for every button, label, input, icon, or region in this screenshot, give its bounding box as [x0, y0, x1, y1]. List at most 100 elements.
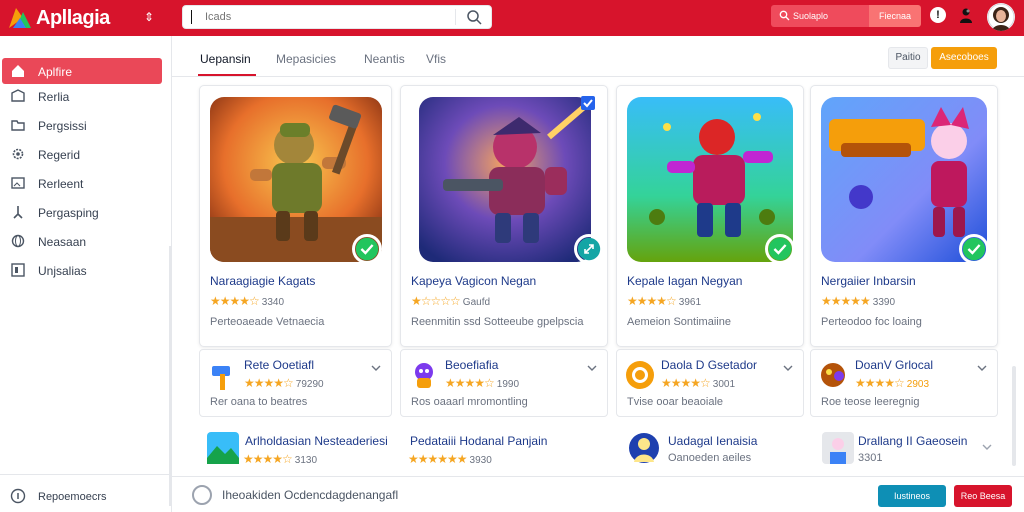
- game-title[interactable]: Naraagiagie Kagats: [210, 274, 315, 288]
- main-scrollbar[interactable]: [1012, 366, 1016, 466]
- sidebar-item-pergsissi[interactable]: Pergsissi: [2, 112, 162, 138]
- list-item-rating: ★★★★☆ 2903: [855, 376, 929, 390]
- list-item[interactable]: Daola D Gsetador ★★★★☆ 3001 Tvise ooar be…: [616, 349, 804, 417]
- check-badge-icon: [765, 234, 795, 264]
- info-icon[interactable]: !: [930, 7, 946, 23]
- robot-icon: [415, 363, 433, 388]
- star-rating: ★★★★☆: [661, 376, 711, 390]
- tabs-divider: [172, 76, 1024, 77]
- tab-mepasicies[interactable]: Mepasicies: [276, 52, 336, 66]
- checkbox-checked-icon[interactable]: [581, 96, 595, 110]
- list-item-subtitle: Roe teose leeregnig: [821, 396, 920, 408]
- tab-uepansin[interactable]: Uepansin: [200, 52, 251, 66]
- image-icon: [11, 177, 25, 189]
- sidebar-item-label: Unjsalias: [38, 264, 87, 278]
- game-rating: ★★★★★ 3390: [821, 294, 895, 308]
- sidebar-footer-item[interactable]: Repoemoecrs: [8, 488, 158, 506]
- sidebar-item-label: Pergasping: [38, 206, 99, 220]
- quick-search-label: Suolaplo: [793, 11, 829, 21]
- sidebar-item-label: Regerid: [38, 148, 81, 162]
- beast-icon: [821, 363, 845, 387]
- list-item[interactable]: DoanV Grlocal ★★★★☆ 2903 Roe teose leereg…: [810, 349, 998, 417]
- list-item[interactable]: Rete Ooetiafl ★★★★☆ 79290 Rer oana to bea…: [199, 349, 392, 417]
- game-title[interactable]: Kapeya Vagicon Negan: [411, 274, 536, 288]
- sidebar-item-pergasping[interactable]: Pergasping: [2, 199, 162, 225]
- rating-count: 3130: [294, 455, 318, 466]
- chevron-down-icon[interactable]: [783, 364, 793, 372]
- list-item-title: DoanV Grlocal: [855, 358, 934, 372]
- sidebar-item-neasaan[interactable]: Neasaan: [2, 228, 162, 254]
- app-logo-icon[interactable]: [6, 4, 34, 32]
- featured-card[interactable]: Kapeya Vagicon Negan ★☆☆☆☆ Gaufd Reenmiti…: [400, 85, 608, 347]
- list-item[interactable]: Arlholdasian Nesteaderiesi ★★★★☆ 3130: [207, 432, 397, 472]
- globe-icon: [11, 234, 25, 248]
- star-rating: ★★★★☆: [855, 376, 905, 390]
- rating-count: Gaufd: [462, 297, 491, 308]
- list-item-subtitle: Oanoeden aeiles: [668, 452, 752, 464]
- tab-vfis[interactable]: Vfis: [426, 52, 446, 66]
- game-subtitle: Perteodoo foc loaing: [821, 316, 922, 328]
- sidebar-footer-label: Repoemoecrs: [38, 491, 107, 503]
- rating-count: 3930: [469, 455, 492, 466]
- search-icon[interactable]: [458, 5, 492, 29]
- star-rating: ★★★★★★: [408, 452, 468, 466]
- sidebar-item-rerlia[interactable]: Rerlia: [2, 83, 162, 109]
- chevron-down-icon[interactable]: [587, 364, 597, 372]
- list-item-title: Rete Ooetiafl: [244, 358, 315, 372]
- sidebar-item-regerid[interactable]: Regerid: [2, 141, 162, 167]
- sidebar-item-home[interactable]: Aplfire: [2, 58, 162, 84]
- game-title[interactable]: Nergaiier Inbarsin: [821, 274, 916, 288]
- sidebar-scrollbar[interactable]: [169, 246, 171, 506]
- app-name[interactable]: Apllagia: [36, 7, 110, 30]
- featured-card[interactable]: Kepale Iagan Negyan ★★★★☆ 3961 Aemeion So…: [616, 85, 804, 347]
- footer-teal-button[interactable]: Iustineos: [878, 485, 946, 507]
- sidebar-item-unjsalias[interactable]: Unjsalias: [2, 257, 162, 283]
- list-item[interactable]: Beoefiafia ★★★★☆ 1990 Ros oaaarl mromontl…: [400, 349, 608, 417]
- star-rating: ★★★★☆: [243, 452, 293, 466]
- radio-button[interactable]: [192, 485, 212, 505]
- star-rating: ★★★★★: [821, 294, 871, 308]
- game-rating: ★★★★☆ 3961: [627, 294, 701, 308]
- gear-icon: [12, 148, 24, 160]
- expand-badge-icon[interactable]: [574, 234, 604, 264]
- game-title[interactable]: Kepale Iagan Negyan: [627, 274, 742, 288]
- portrait-icon: [822, 432, 854, 464]
- chevron-down-icon[interactable]: [977, 364, 987, 372]
- hammer-icon: [212, 366, 230, 390]
- game-artwork: [821, 97, 987, 262]
- search-box[interactable]: [182, 5, 492, 29]
- game-artwork: [419, 97, 591, 262]
- list-item-rating: ★★★★☆ 1990: [445, 376, 519, 390]
- header-action-button[interactable]: Fiecnaa: [869, 5, 921, 27]
- tab-neantis[interactable]: Neantis: [364, 52, 405, 66]
- star-rating: ★★★★☆: [210, 294, 260, 308]
- chevron-down-icon[interactable]: [371, 364, 381, 372]
- rating-count: 1990: [496, 379, 520, 390]
- quick-search-button[interactable]: Suolaplo: [771, 5, 869, 27]
- collapse-icon[interactable]: ⇕: [144, 10, 154, 24]
- list-item[interactable]: Uadagal Ienaisia Oanoeden aeiles: [628, 432, 798, 472]
- sidebar-item-label: Neasaan: [38, 235, 87, 249]
- featured-card[interactable]: Nergaiier Inbarsin ★★★★★ 3390 Perteodoo f…: [810, 85, 998, 347]
- sidebar-item-label: Aplfire: [38, 65, 73, 79]
- user-icon[interactable]: [958, 7, 974, 23]
- list-item-title: Arlholdasian Nesteaderiesi: [245, 434, 388, 448]
- sidebar-item-rerleent[interactable]: Rerleent: [2, 170, 162, 196]
- featured-card[interactable]: Naraagiagie Kagats ★★★★☆ 3340 Perteoaeade…: [199, 85, 392, 347]
- folder-icon: [11, 120, 25, 131]
- search-input[interactable]: [205, 9, 445, 25]
- home-icon: [12, 65, 24, 77]
- info-circle-icon: [10, 488, 26, 504]
- list-item-subtitle: 3301: [858, 452, 883, 464]
- list-item[interactable]: Drallang II Gaeosein 3301: [822, 432, 992, 472]
- list-item-rating: ★★★★★★ 3930: [408, 452, 492, 466]
- footer-red-button[interactable]: Reo Beesa: [954, 485, 1012, 507]
- avatar[interactable]: [987, 3, 1015, 31]
- list-item-subtitle: Rer oana to beatres: [210, 396, 308, 408]
- list-item[interactable]: Pedataiii Hodanal Panjain ★★★★★★ 3930: [408, 432, 608, 472]
- primary-button[interactable]: Asecoboes: [931, 47, 997, 69]
- rating-count: 3340: [261, 297, 285, 308]
- chevron-down-icon[interactable]: [982, 443, 992, 451]
- game-subtitle: Aemeion Sontimaiine: [627, 316, 731, 328]
- secondary-button[interactable]: Paitio: [888, 47, 928, 69]
